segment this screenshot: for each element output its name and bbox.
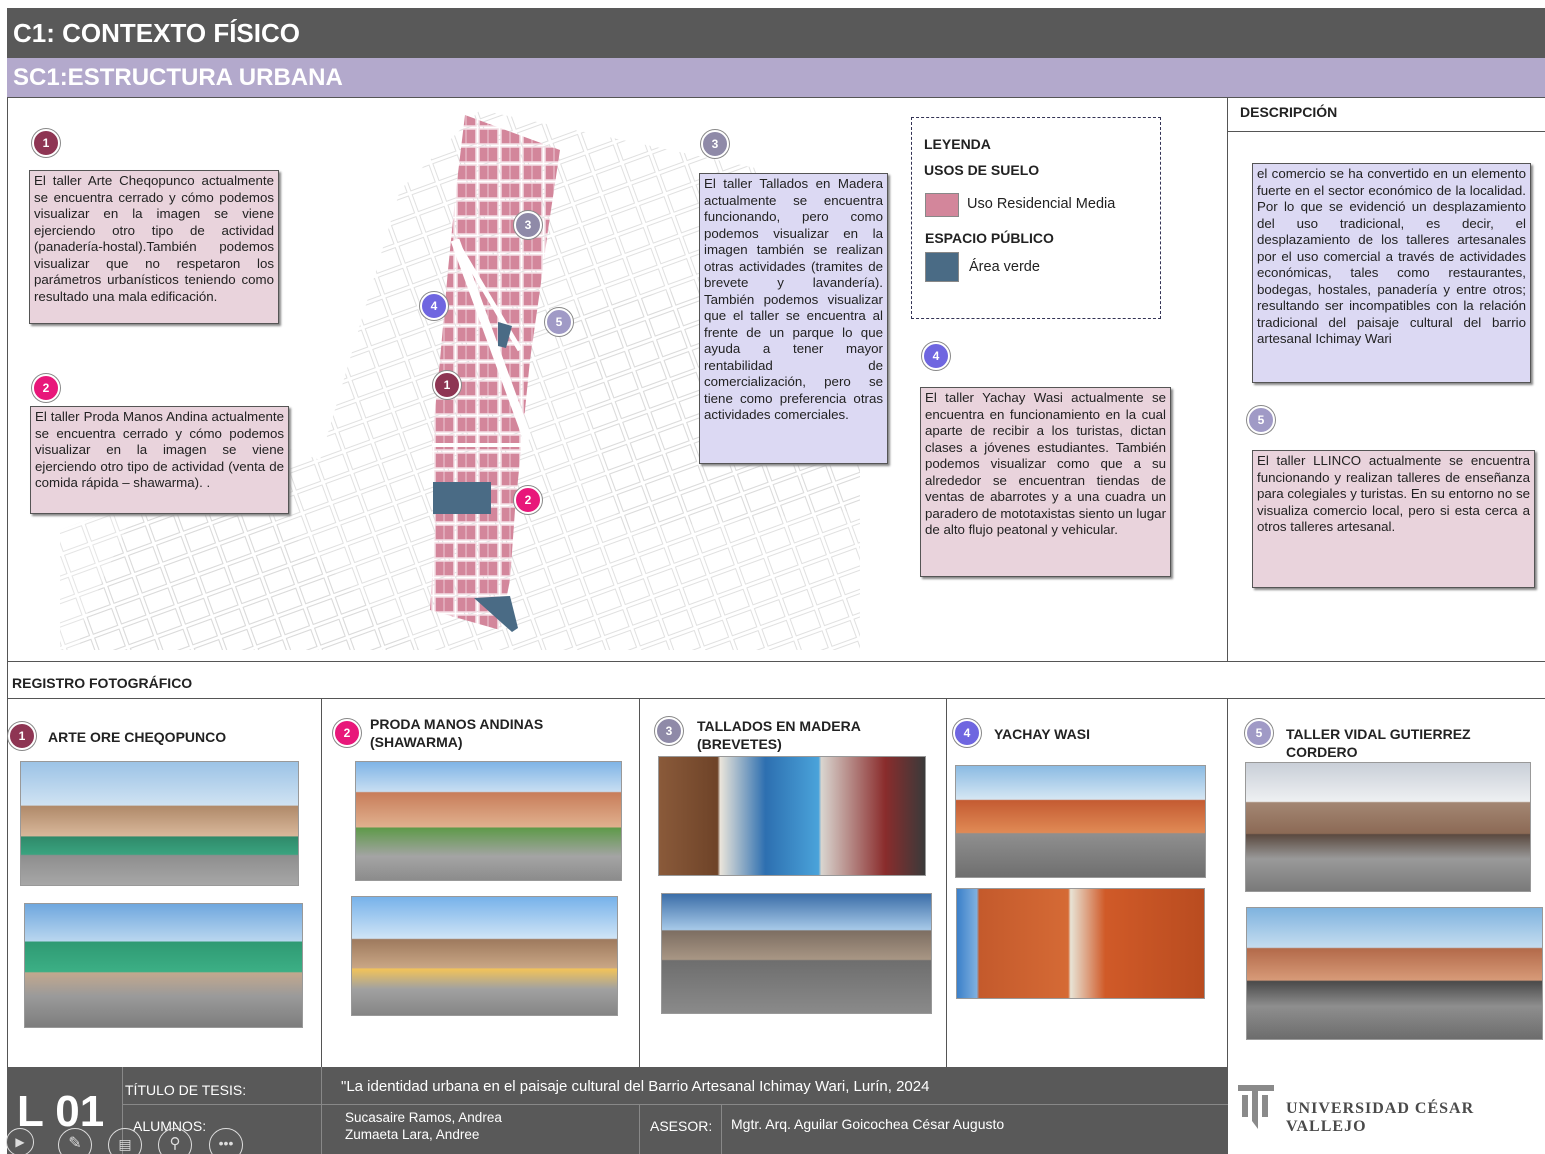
photo-title-3: TALLADOS EN MADERA (BREVETES) [697, 718, 861, 752]
description-title: DESCRIPCIÓN [1240, 104, 1338, 120]
photo-col-divider-2 [639, 698, 640, 1067]
map-marker-3[interactable]: 3 [514, 211, 542, 239]
footer-col-divider [639, 1104, 640, 1154]
note-yachay-wasi: El taller Yachay Wasi actualmente se enc… [920, 387, 1171, 577]
legend-green-label: Área verde [969, 259, 1040, 275]
legend-land-use-title: USOS DE SUELO [924, 162, 1040, 178]
map-bottom-divider [7, 661, 1545, 662]
zoom-icon[interactable]: ⚲ [158, 1128, 192, 1154]
photo-arte-ore-2 [24, 903, 303, 1028]
photo-yachay-2 [956, 888, 1205, 999]
footer-col-divider [321, 1067, 322, 1154]
photo-badge-3: 3 [655, 717, 683, 745]
pen-icon[interactable]: ✎ [58, 1128, 92, 1154]
photo-col-divider-4 [1227, 698, 1228, 1067]
legend-residential-label: Uso Residencial Media [967, 196, 1116, 212]
photo-title-2: PRODA MANOS ANDINAS (SHAWARMA) [370, 716, 544, 750]
map-marker-2[interactable]: 2 [514, 486, 542, 514]
note-arte-cheqopunco: El taller Arte Cheqopunco actualmente se… [29, 170, 279, 324]
register-title-divider [7, 698, 1545, 699]
advisor-label: ASESOR: [650, 1118, 713, 1134]
photo-yachay-1 [955, 765, 1206, 878]
legend-green-swatch [925, 252, 959, 282]
note-badge-3: 3 [701, 130, 729, 158]
photo-proda-2 [351, 896, 618, 1016]
description-text: el comercio se ha convertido en un eleme… [1252, 163, 1531, 383]
photo-title-5: TALLER VIDAL GUTIERREZ CORDERO [1286, 726, 1471, 760]
legend-residential-swatch [925, 193, 959, 217]
photo-badge-2: 2 [333, 719, 361, 747]
university-name: UNIVERSIDAD CÉSAR VALLEJO [1286, 1100, 1475, 1135]
thesis-label: TÍTULO DE TESIS: [125, 1082, 247, 1098]
photo-tallados-1 [658, 756, 926, 876]
legend: LEYENDA USOS DE SUELO Uso Residencial Me… [911, 117, 1161, 319]
photo-badge-5: 5 [1245, 719, 1273, 747]
photo-title-4: YACHAY WASI [994, 726, 1090, 742]
frame-left [7, 98, 8, 1154]
photo-title-1: ARTE ORE CHEQOPUNCO [48, 729, 227, 745]
green-area [433, 482, 491, 514]
photo-proda-1 [355, 761, 622, 881]
student-1: Sucasaire Ramos, Andrea [345, 1110, 502, 1125]
map-marker-5[interactable]: 5 [545, 308, 573, 336]
play-icon[interactable]: ▶ [6, 1128, 34, 1154]
note-tallados-madera: El taller Tallados en Madera actualmente… [699, 173, 888, 464]
desc-title-divider [1228, 131, 1545, 132]
photo-tallados-2 [661, 893, 932, 1014]
map-marker-4[interactable]: 4 [420, 292, 448, 320]
photo-arte-ore-1 [20, 761, 299, 886]
photo-col-divider-3 [946, 698, 947, 1067]
photo-vidal-1 [1245, 762, 1531, 892]
note-llinco: El taller LLINCO actualmente se encuentr… [1252, 450, 1535, 588]
legend-title: LEYENDA [924, 136, 991, 152]
page-title: C1: CONTEXTO FÍSICO [7, 8, 1545, 58]
legend-public-space-title: ESPACIO PÚBLICO [925, 230, 1054, 246]
photo-badge-1: 1 [8, 722, 36, 750]
more-icon[interactable]: ••• [209, 1128, 243, 1154]
map-marker-1[interactable]: 1 [433, 371, 461, 399]
frame-divider-desc [1227, 98, 1228, 661]
footer-divider [122, 1104, 1228, 1105]
note-badge-5: 5 [1247, 406, 1275, 434]
note-proda-manos-andina: El taller Proda Manos Andina actualmente… [30, 406, 289, 514]
presentation-controls: ▶ ✎ ▤ ⚲ ••• [6, 1126, 256, 1154]
student-2: Zumaeta Lara, Andree [345, 1127, 480, 1142]
note-badge-4: 4 [922, 342, 950, 370]
thesis-title: "La identidad urbana en el paisaje cultu… [341, 1078, 930, 1095]
photo-vidal-2 [1246, 907, 1543, 1040]
section-subtitle: SC1:ESTRUCTURA URBANA [7, 58, 1545, 98]
note-badge-1: 1 [32, 129, 60, 157]
university-block: UNIVERSIDAD CÉSAR VALLEJO [1228, 1067, 1545, 1154]
slides-icon[interactable]: ▤ [108, 1128, 142, 1154]
note-badge-2: 2 [32, 374, 60, 402]
photo-register-title: REGISTRO FOTOGRÁFICO [12, 675, 193, 691]
university-logo-icon [1238, 1085, 1274, 1129]
advisor-name: Mgtr. Arq. Aguilar Goicochea César Augus… [731, 1116, 1005, 1132]
photo-badge-4: 4 [953, 719, 981, 747]
footer-col-divider [721, 1104, 722, 1154]
